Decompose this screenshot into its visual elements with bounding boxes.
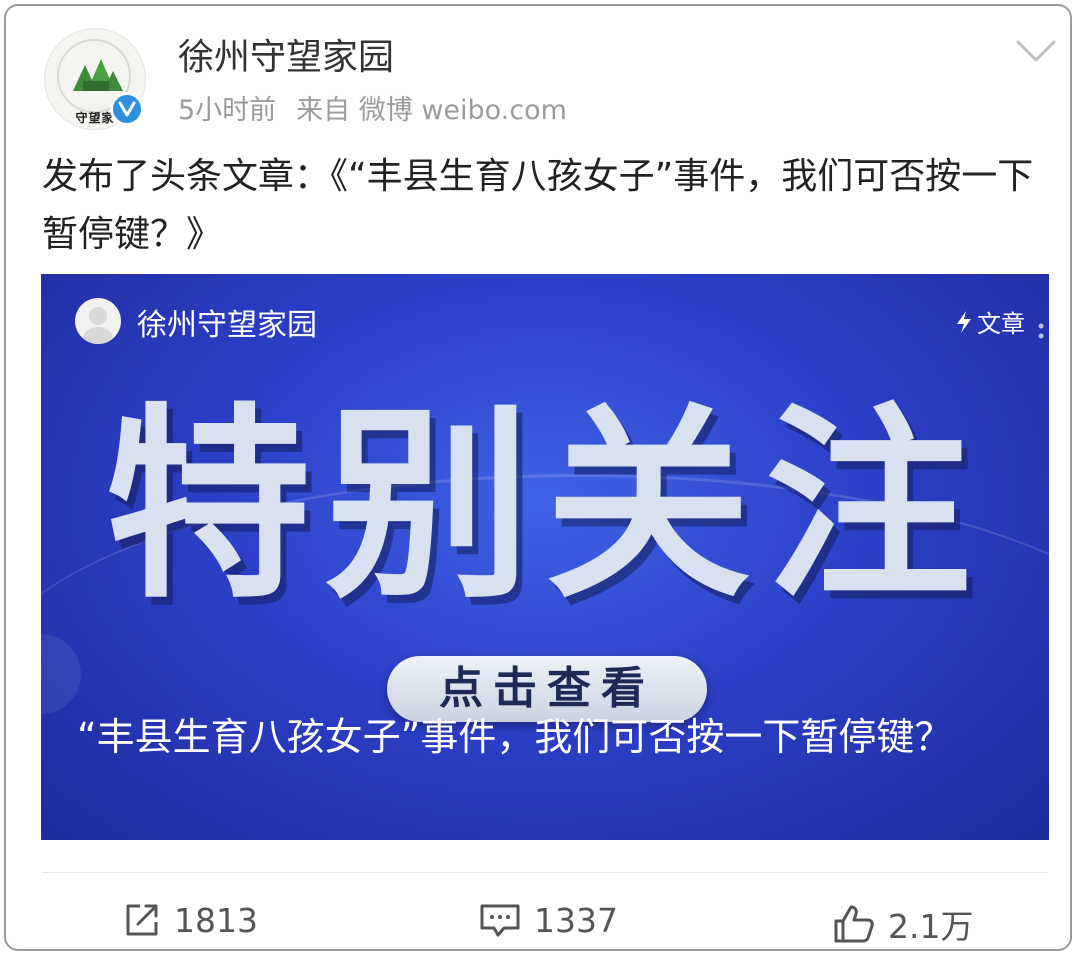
article-card[interactable]: 徐州守望家园 文章 特别关注 点击查看 “丰县生育八孩女子”事件，我们可否按一下… bbox=[41, 274, 1049, 840]
post-source[interactable]: 来自 微博 weibo.com bbox=[296, 88, 567, 127]
comment-count: 1337 bbox=[534, 900, 618, 940]
chevron-down-icon[interactable] bbox=[1014, 36, 1058, 66]
post-text: 发布了头条文章：《“丰县生育八孩女子”事件，我们可否按一下暂停键？》 bbox=[42, 156, 1034, 255]
lightning-icon bbox=[957, 310, 971, 333]
actions-divider bbox=[42, 872, 1048, 873]
post-time: 5小时前 bbox=[178, 95, 277, 126]
card-title: “丰县生育八孩女子”事件，我们可否按一下暂停键？ bbox=[77, 715, 953, 759]
like-button[interactable]: 2.1万 bbox=[832, 900, 973, 948]
post-meta: 5小时前 来自 微博 weibo.com bbox=[178, 88, 567, 127]
verified-icon bbox=[110, 92, 144, 126]
weibo-post: 守望家 徐州守望家园 5小时前 来自 微博 weibo.com 发布了头条文章：… bbox=[4, 4, 1072, 951]
user-silhouette-icon bbox=[83, 307, 113, 344]
comment-icon bbox=[480, 904, 520, 937]
repost-count: 1813 bbox=[174, 900, 258, 940]
like-count: 2.1万 bbox=[888, 907, 974, 946]
more-dots-icon[interactable] bbox=[1037, 322, 1045, 346]
repost-button[interactable]: 1813 bbox=[122, 900, 258, 940]
card-type-badge: 文章 bbox=[955, 304, 1025, 339]
card-headline: 特别关注 bbox=[104, 386, 985, 626]
comment-button[interactable]: 1337 bbox=[478, 900, 618, 940]
tree-logo-icon bbox=[73, 59, 123, 91]
card-author-avatar bbox=[75, 298, 121, 344]
card-author-name: 徐州守望家园 bbox=[137, 308, 317, 343]
repost-icon bbox=[126, 904, 158, 936]
card-type-label: 文章 bbox=[977, 310, 1025, 338]
author-name[interactable]: 徐州守望家园 bbox=[178, 28, 394, 80]
like-icon bbox=[834, 905, 874, 943]
